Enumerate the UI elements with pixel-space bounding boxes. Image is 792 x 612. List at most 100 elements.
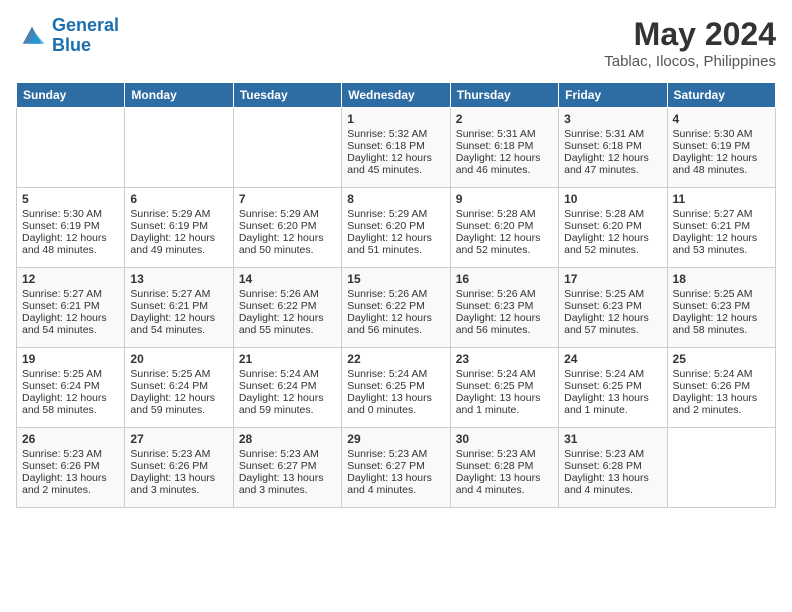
- day-info: Daylight: 12 hours and 46 minutes.: [456, 152, 553, 176]
- calendar-cell: 2Sunrise: 5:31 AMSunset: 6:18 PMDaylight…: [450, 108, 558, 188]
- day-info: Daylight: 12 hours and 56 minutes.: [456, 312, 553, 336]
- day-number: 5: [22, 192, 119, 206]
- day-number: 7: [239, 192, 336, 206]
- day-number: 17: [564, 272, 661, 286]
- calendar-cell: 6Sunrise: 5:29 AMSunset: 6:19 PMDaylight…: [125, 188, 233, 268]
- day-info: Sunset: 6:19 PM: [22, 220, 119, 232]
- day-number: 11: [673, 192, 770, 206]
- day-info: Sunrise: 5:28 AM: [456, 208, 553, 220]
- day-info: Sunset: 6:21 PM: [130, 300, 227, 312]
- calendar-cell: 26Sunrise: 5:23 AMSunset: 6:26 PMDayligh…: [17, 428, 125, 508]
- day-number: 1: [347, 112, 444, 126]
- calendar-cell: 4Sunrise: 5:30 AMSunset: 6:19 PMDaylight…: [667, 108, 775, 188]
- calendar-cell: 22 Sunrise: 5:24 AMSunset: 6:25 PMDayligh…: [342, 348, 450, 428]
- calendar-cell: 31Sunrise: 5:23 AMSunset: 6:28 PMDayligh…: [559, 428, 667, 508]
- day-info: Sunset: 6:19 PM: [673, 140, 770, 152]
- day-info: Sunset: 6:20 PM: [239, 220, 336, 232]
- day-info: Sunrise: 5:23 AM: [130, 448, 227, 460]
- day-number: 29: [347, 432, 444, 446]
- day-info: Daylight: 13 hours and 4 minutes.: [456, 472, 553, 496]
- day-info: Sunset: 6:25 PM: [564, 380, 661, 392]
- day-info: Daylight: 12 hours and 45 minutes.: [347, 152, 444, 176]
- calendar-cell: 15Sunrise: 5:26 AMSunset: 6:22 PMDayligh…: [342, 268, 450, 348]
- day-info: Sunrise: 5:27 AM: [673, 208, 770, 220]
- day-info: Daylight: 13 hours and 4 minutes.: [347, 472, 444, 496]
- day-number: 19: [22, 352, 119, 366]
- day-number: 10: [564, 192, 661, 206]
- location-title: Tablac, Ilocos, Philippines: [604, 53, 776, 70]
- day-info: Sunrise: 5:26 AM: [347, 288, 444, 300]
- day-info: Sunrise: 5:29 AM: [239, 208, 336, 220]
- day-number: 13: [130, 272, 227, 286]
- day-number: 20: [130, 352, 227, 366]
- calendar-cell: 24Sunrise: 5:24 AMSunset: 6:25 PMDayligh…: [559, 348, 667, 428]
- calendar-cell: 10Sunrise: 5:28 AMSunset: 6:20 PMDayligh…: [559, 188, 667, 268]
- calendar-cell: [667, 428, 775, 508]
- day-info: Daylight: 12 hours and 52 minutes.: [456, 232, 553, 256]
- calendar-cell: 20Sunrise: 5:25 AMSunset: 6:24 PMDayligh…: [125, 348, 233, 428]
- day-info: Sunrise: 5:23 AM: [456, 448, 553, 460]
- day-info: Sunset: 6:24 PM: [130, 380, 227, 392]
- day-number: 14: [239, 272, 336, 286]
- day-info: Daylight: 12 hours and 55 minutes.: [239, 312, 336, 336]
- day-info: Sunset: 6:18 PM: [456, 140, 553, 152]
- calendar-cell: [125, 108, 233, 188]
- day-info: Sunset: 6:27 PM: [239, 460, 336, 472]
- day-info: Daylight: 13 hours and 2 minutes.: [22, 472, 119, 496]
- day-number: 4: [673, 112, 770, 126]
- day-info: Sunrise: 5:26 AM: [239, 288, 336, 300]
- day-number: 22: [347, 352, 444, 366]
- day-info: Sunrise: 5:24 AM: [673, 368, 770, 380]
- day-info: Sunrise: 5:32 AM: [347, 128, 444, 140]
- day-info: Sunset: 6:24 PM: [22, 380, 119, 392]
- day-info: Sunset: 6:18 PM: [564, 140, 661, 152]
- day-info: Sunset: 6:20 PM: [347, 220, 444, 232]
- day-number: 30: [456, 432, 553, 446]
- day-info: Sunset: 6:24 PM: [239, 380, 336, 392]
- day-info: Sunrise: 5:24 AM: [456, 368, 553, 380]
- day-info: Sunrise: 5:29 AM: [130, 208, 227, 220]
- day-info: Sunset: 6:26 PM: [673, 380, 770, 392]
- day-number: 31: [564, 432, 661, 446]
- day-info: Daylight: 12 hours and 48 minutes.: [22, 232, 119, 256]
- day-info: Sunrise: 5:23 AM: [564, 448, 661, 460]
- calendar-cell: 12Sunrise: 5:27 AMSunset: 6:21 PMDayligh…: [17, 268, 125, 348]
- day-info: Sunset: 6:23 PM: [564, 300, 661, 312]
- day-number: 27: [130, 432, 227, 446]
- day-number: 28: [239, 432, 336, 446]
- day-number: 8: [347, 192, 444, 206]
- day-info: Daylight: 12 hours and 59 minutes.: [239, 392, 336, 416]
- day-info: Sunrise: 5:24 AM: [347, 368, 444, 380]
- calendar-header-row: SundayMondayTuesdayWednesdayThursdayFrid…: [17, 83, 776, 108]
- calendar-cell: 29Sunrise: 5:23 AMSunset: 6:27 PMDayligh…: [342, 428, 450, 508]
- day-number: 15: [347, 272, 444, 286]
- calendar-table: SundayMondayTuesdayWednesdayThursdayFrid…: [16, 82, 776, 508]
- day-info: Daylight: 12 hours and 51 minutes.: [347, 232, 444, 256]
- day-info: Daylight: 12 hours and 47 minutes.: [564, 152, 661, 176]
- day-info: Daylight: 12 hours and 52 minutes.: [564, 232, 661, 256]
- calendar-cell: 30Sunrise: 5:23 AMSunset: 6:28 PMDayligh…: [450, 428, 558, 508]
- day-info: Daylight: 12 hours and 57 minutes.: [564, 312, 661, 336]
- day-info: Sunset: 6:28 PM: [564, 460, 661, 472]
- day-info: Sunrise: 5:26 AM: [456, 288, 553, 300]
- day-info: Daylight: 13 hours and 0 minutes.: [347, 392, 444, 416]
- day-info: Sunset: 6:20 PM: [564, 220, 661, 232]
- day-number: 6: [130, 192, 227, 206]
- calendar-cell: 5Sunrise: 5:30 AMSunset: 6:19 PMDaylight…: [17, 188, 125, 268]
- col-header-friday: Friday: [559, 83, 667, 108]
- calendar-cell: 21Sunrise: 5:24 AMSunset: 6:24 PMDayligh…: [233, 348, 341, 428]
- day-info: Daylight: 12 hours and 58 minutes.: [22, 392, 119, 416]
- col-header-thursday: Thursday: [450, 83, 558, 108]
- day-info: Sunrise: 5:23 AM: [239, 448, 336, 460]
- day-info: Sunset: 6:25 PM: [456, 380, 553, 392]
- day-info: Sunrise: 5:23 AM: [22, 448, 119, 460]
- col-header-tuesday: Tuesday: [233, 83, 341, 108]
- day-info: Sunrise: 5:31 AM: [564, 128, 661, 140]
- day-info: Daylight: 13 hours and 3 minutes.: [130, 472, 227, 496]
- day-info: Sunset: 6:23 PM: [673, 300, 770, 312]
- day-info: Daylight: 13 hours and 1 minute.: [456, 392, 553, 416]
- day-info: Sunset: 6:25 PM: [347, 380, 444, 392]
- calendar-cell: 28Sunrise: 5:23 AMSunset: 6:27 PMDayligh…: [233, 428, 341, 508]
- col-header-wednesday: Wednesday: [342, 83, 450, 108]
- logo: General Blue: [16, 16, 119, 56]
